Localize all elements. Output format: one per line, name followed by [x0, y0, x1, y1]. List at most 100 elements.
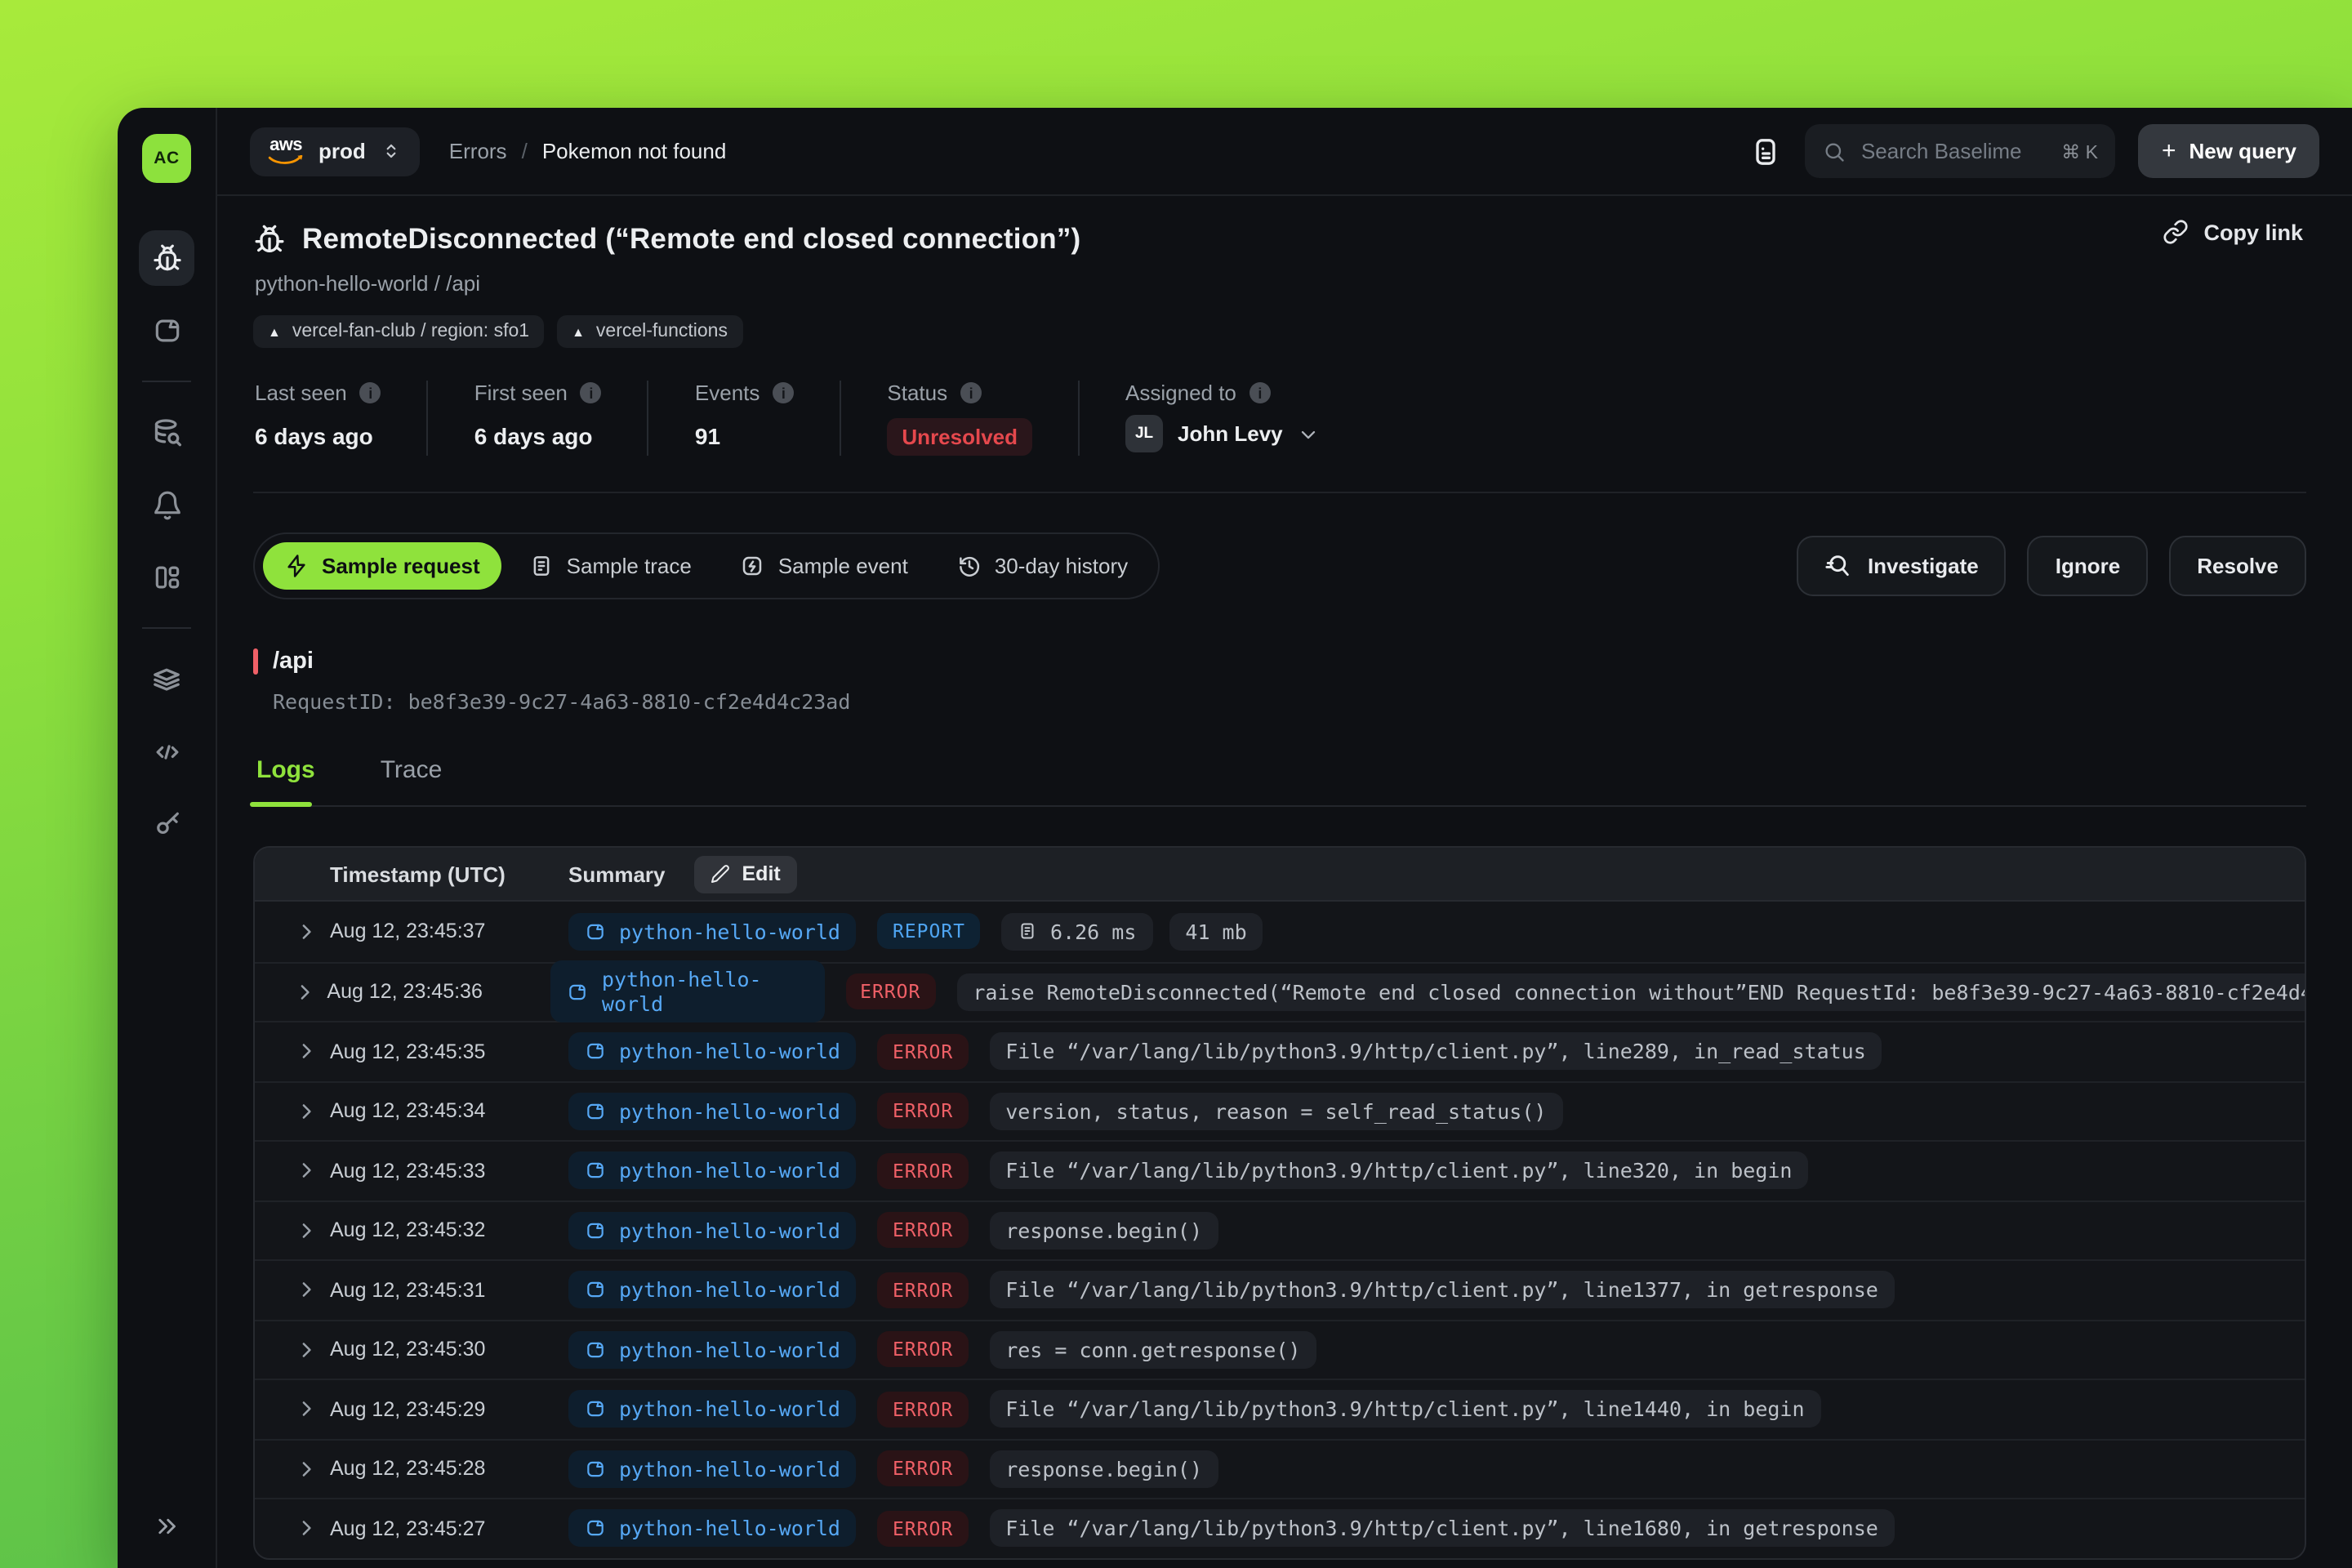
resolve-button[interactable]: Resolve [2169, 536, 2306, 596]
service-name: python-hello-world [619, 1397, 840, 1422]
notebook-icon[interactable] [1750, 135, 1783, 167]
box-icon [151, 314, 182, 345]
tab-sample-request[interactable]: Sample request [263, 542, 501, 590]
environment-selector[interactable]: aws prod [250, 127, 420, 176]
row-timestamp: Aug 12, 23:45:32 [330, 1219, 568, 1242]
sidebar-item-layers[interactable] [139, 652, 194, 707]
service-name: python-hello-world [619, 1457, 840, 1481]
level-badge: ERROR [878, 1094, 968, 1129]
table-row[interactable]: Aug 12, 23:45:36 python-hello-world ERRO… [255, 961, 2305, 1021]
table-row[interactable]: Aug 12, 23:45:31 python-hello-world ERRO… [255, 1259, 2305, 1319]
sidebar-item-queries[interactable] [139, 405, 194, 461]
column-timestamp: Timestamp (UTC) [330, 862, 568, 886]
info-icon[interactable] [960, 382, 982, 403]
box-icon [585, 1220, 606, 1241]
row-timestamp: Aug 12, 23:45:36 [327, 981, 551, 1004]
row-summary: response.begin() [989, 1450, 1218, 1488]
table-row[interactable]: Aug 12, 23:45:32 python-hello-world ERRO… [255, 1200, 2305, 1259]
chevron-right-icon[interactable] [281, 1397, 330, 1422]
table-row[interactable]: Aug 12, 23:45:37 python-hello-world REPO… [255, 902, 2305, 961]
topbar: aws prod Errors / Pokemon not found [217, 108, 2352, 196]
sidebar-item-dashboards[interactable] [139, 549, 194, 604]
plus-icon [2162, 139, 2176, 163]
chevron-right-icon[interactable] [281, 980, 327, 1004]
info-icon[interactable] [773, 382, 794, 403]
chevron-right-icon[interactable] [281, 1517, 330, 1541]
info-icon[interactable] [1250, 382, 1271, 403]
code-icon [151, 736, 182, 767]
chevron-right-icon[interactable] [281, 1278, 330, 1303]
edit-columns-button[interactable]: Edit [695, 855, 797, 893]
layers-icon [150, 663, 183, 696]
copy-link-button[interactable]: Copy link [2163, 219, 2303, 245]
chevron-right-icon[interactable] [281, 920, 330, 944]
service-name: python-hello-world [619, 1517, 840, 1541]
level-badge: ERROR [878, 1153, 968, 1189]
row-summary: File “/var/lang/lib/python3.9/http/clien… [989, 1033, 1882, 1071]
tab-trace[interactable]: Trace [377, 756, 446, 805]
sidebar-collapse[interactable] [153, 1512, 180, 1548]
table-row[interactable]: Aug 12, 23:45:27 python-hello-world ERRO… [255, 1498, 2305, 1557]
sidebar-item-developer[interactable] [139, 724, 194, 779]
zap-square-icon [741, 554, 765, 578]
service-badge[interactable]: python-hello-world [568, 1272, 857, 1309]
tab-sample-trace[interactable]: Sample trace [508, 542, 713, 590]
chevron-right-icon[interactable] [281, 1159, 330, 1183]
row-summary: res = conn.getresponse() [989, 1331, 1316, 1369]
service-badge[interactable]: python-hello-world [568, 1093, 857, 1130]
row-summary: File “/var/lang/lib/python3.9/http/clien… [989, 1272, 1895, 1309]
error-subtitle: python-hello-world / /api [255, 271, 2306, 296]
row-summary: File “/var/lang/lib/python3.9/http/clien… [989, 1152, 1808, 1190]
service-badge[interactable]: python-hello-world [568, 1391, 857, 1428]
info-icon[interactable] [581, 382, 602, 403]
tab-30-day-history[interactable]: 30-day history [936, 542, 1149, 590]
table-row[interactable]: Aug 12, 23:45:29 python-hello-world ERRO… [255, 1379, 2305, 1438]
new-query-button[interactable]: New query [2139, 124, 2319, 178]
table-row[interactable]: Aug 12, 23:45:34 python-hello-world ERRO… [255, 1080, 2305, 1140]
service-badge[interactable]: python-hello-world [568, 1450, 857, 1488]
chevron-right-icon[interactable] [281, 1338, 330, 1362]
service-badge[interactable]: python-hello-world [568, 1331, 857, 1369]
table-row[interactable]: Aug 12, 23:45:35 python-hello-world ERRO… [255, 1021, 2305, 1080]
service-badge[interactable]: python-hello-world [568, 1212, 857, 1250]
service-badge[interactable]: python-hello-world [568, 1033, 857, 1071]
table-row[interactable]: Aug 12, 23:45:30 python-hello-world ERRO… [255, 1319, 2305, 1379]
request-id: RequestID: be8f3e39-9c27-4a63-8810-cf2e4… [273, 689, 2306, 714]
table-row[interactable]: Aug 12, 23:45:33 python-hello-world ERRO… [255, 1140, 2305, 1200]
level-badge: ERROR [878, 1213, 968, 1249]
chevron-right-icon[interactable] [281, 1040, 330, 1064]
ignore-label: Ignore [2056, 554, 2120, 578]
tab-logs[interactable]: Logs [253, 756, 318, 805]
tab-sample-event[interactable]: Sample event [719, 542, 929, 590]
chevron-right-icon[interactable] [281, 1218, 330, 1243]
table-body: Aug 12, 23:45:37 python-hello-world REPO… [255, 902, 2305, 1557]
sidebar-item-alerts[interactable] [139, 477, 194, 532]
table-row[interactable]: Aug 12, 23:45:28 python-hello-world ERRO… [255, 1438, 2305, 1498]
chevron-right-icon[interactable] [281, 1099, 330, 1124]
chevrons-right-icon [153, 1512, 180, 1540]
sidebar-item-services[interactable] [139, 302, 194, 358]
service-badge[interactable]: python-hello-world [568, 913, 857, 951]
chevron-right-icon[interactable] [281, 1457, 330, 1481]
breadcrumb-page: Pokemon not found [542, 139, 727, 163]
level-badge: ERROR [845, 974, 935, 1010]
service-badge[interactable]: python-hello-world [551, 961, 824, 1023]
ignore-button[interactable]: Ignore [2028, 536, 2148, 596]
service-name: python-hello-world [619, 920, 840, 944]
assignee-selector[interactable]: JL John Levy [1125, 415, 1321, 452]
investigate-button[interactable]: Investigate [1797, 536, 2007, 596]
workspace-avatar[interactable]: AC [142, 134, 191, 183]
log-message: raise RemoteDisconnected(“Remote end clo… [956, 973, 2305, 1011]
key-icon [151, 808, 182, 839]
sidebar-item-api-keys[interactable] [139, 795, 194, 851]
info-icon[interactable] [360, 382, 381, 403]
error-header: RemoteDisconnected (“Remote end closed c… [253, 196, 2306, 493]
aws-word: aws [270, 136, 302, 154]
stat-label: Events [695, 381, 760, 405]
row-timestamp: Aug 12, 23:45:33 [330, 1160, 568, 1183]
service-badge[interactable]: python-hello-world [568, 1152, 857, 1190]
global-search[interactable]: Search Baselime ⌘ K [1806, 124, 2116, 178]
service-badge[interactable]: python-hello-world [568, 1510, 857, 1548]
sidebar-item-errors[interactable] [139, 230, 194, 286]
breadcrumb-section[interactable]: Errors [449, 139, 507, 163]
